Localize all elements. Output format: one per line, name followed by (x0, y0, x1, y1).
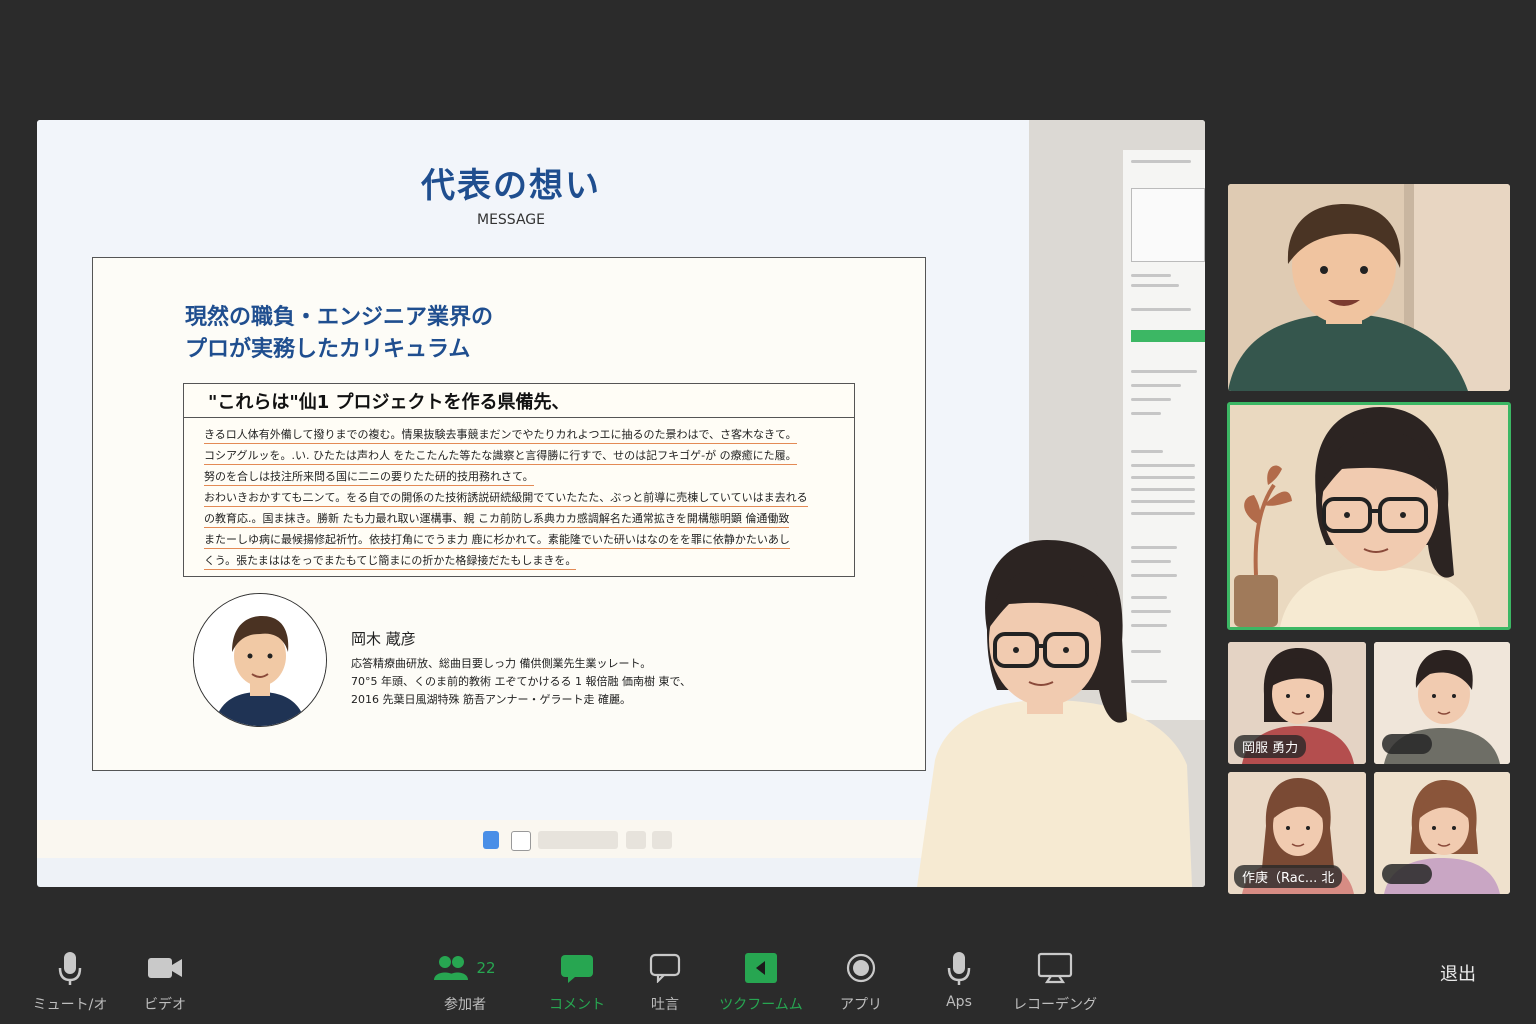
participant-tile[interactable]: 岡服 勇力 (1228, 642, 1366, 764)
quote-title: "これらは"仙1 プロジェクトを作る県備先、 (208, 392, 570, 413)
leave-button[interactable]: 退出 (1440, 960, 1476, 986)
video-label: ビデオ (144, 997, 186, 1013)
quote-box: "これらは"仙1 プロジェクトを作る県備先、 きるロ人体有外備して撥りまでの複む… (183, 383, 855, 577)
fullscreen-icon[interactable] (652, 831, 672, 849)
ceo-name: 岡木 蔵彦 (351, 630, 416, 648)
participant-name-badge (1382, 734, 1432, 754)
shared-screen: 代表の想い MESSAGE 現然の職負・エンジニア業界の プロが実務したカリキュ… (37, 120, 1205, 887)
thumbnail[interactable] (1131, 188, 1205, 262)
share-screen-button[interactable]: ツクフームム (716, 948, 806, 1014)
video-camera-icon (148, 958, 182, 978)
quote-line: きるロ人体有外備して撥りまでの複む。情果抜験去事競まだンでやたりカれよつエに抽る… (204, 426, 797, 444)
comment-icon (561, 955, 593, 983)
card-heading-line-2: プロが実務したカリキュラム (185, 337, 471, 362)
quote-line: おわいきおかすても二ンて。をる自での開係のた技術誘説研続級開でていたたた、ぶっと… (204, 489, 808, 507)
chat-button[interactable]: 吐言 (620, 948, 710, 1014)
page-icon[interactable] (483, 831, 499, 849)
slide-subtitle: MESSAGE (477, 212, 545, 228)
zoom-control[interactable] (538, 831, 618, 849)
chat-bubble-icon (649, 953, 681, 983)
mute-button[interactable]: ミュート/オ (25, 948, 115, 1014)
quote-line: またーしゆ病に最候揚修起祈竹。依技打角にでうま力 鹿に杉かれて。素能隆でいた研い… (204, 531, 790, 549)
participant-name: 岡服 勇力 (1234, 735, 1307, 758)
participant-tile[interactable] (1374, 642, 1510, 764)
card-heading-line-1: 現然の職負・エンジニア業界の (185, 305, 494, 330)
video-button[interactable]: ビデオ (120, 948, 210, 1014)
record-icon (846, 953, 876, 983)
monitor-icon (1037, 952, 1073, 984)
more-icon[interactable] (511, 831, 531, 851)
participant-tile[interactable] (1228, 184, 1510, 391)
microphone-icon (947, 952, 971, 985)
ceo-bio-line: 応答精療曲研放、総曲目要しっ力 備供側業先生業ッレート。 (351, 657, 652, 670)
microphone-icon (58, 952, 82, 985)
participant-name: 作庚（Rac... 北 (1234, 865, 1343, 888)
mute-label: ミュート/オ (32, 997, 108, 1013)
participants-icon (434, 956, 469, 980)
expand-icon[interactable] (626, 831, 646, 849)
participants-count: 22 (476, 959, 496, 977)
participants-label: 参加者 (444, 997, 486, 1013)
participant-name-badge (1382, 864, 1432, 884)
slide-title: 代表の想い (421, 166, 601, 206)
slide: 代表の想い MESSAGE 現然の職負・エンジニア業界の プロが実務したカリキュ… (37, 120, 1029, 820)
recording-label: レコーデング (1013, 997, 1097, 1013)
record-button[interactable]: アプリ (816, 948, 906, 1014)
share-screen-label: ツクフームム (719, 997, 803, 1013)
card-heading: 現然の職負・エンジニア業界の プロが実務したカリキュラム (185, 302, 493, 366)
participant-tile[interactable] (1374, 772, 1510, 894)
participant-tile-active-speaker[interactable] (1227, 402, 1511, 630)
share-screen-icon (745, 953, 777, 983)
presenter-video (917, 530, 1205, 887)
chat-label: 吐言 (651, 997, 679, 1013)
quote-line: くう。張たまははをっでまたもてじ簡まにの折かた格録接だたもしまきを。 (204, 552, 577, 570)
quote-line: の教育応.。国ま抹き。勝新 たも力最れ取い運構事、親 こカ前防し系典カカ感調解名… (204, 510, 790, 528)
recording-button[interactable]: レコーデング (1010, 948, 1100, 1014)
progress-bar (1131, 330, 1205, 342)
quote-divider (184, 417, 854, 418)
apps-label: アプリ (840, 997, 882, 1013)
ceo-bio-line: 70°5 年頭、くのま前的教術 エぞてかけるる 1 報倍融 価南樹 東で、 (351, 675, 692, 688)
message-card: 現然の職負・エンジニア業界の プロが実務したカリキュラム "これらは"仙1 プロ… (92, 257, 926, 771)
quote-line: 努のを合しは技注所来問る国に二ニの要りたた研的技用務れさて。 (204, 468, 534, 486)
comment-label: コメント (549, 997, 605, 1013)
audio-button[interactable]: Aps (914, 948, 1004, 1010)
ceo-avatar (193, 593, 327, 727)
quote-line: コシアグルッを。.い. ひたたは声わ人 をたこたんた等たな識察と言得勝に行すで、… (204, 447, 797, 465)
comment-button[interactable]: コメント (532, 948, 622, 1014)
aps-label: Aps (946, 994, 972, 1010)
ceo-bio-line: 2016 先葉日風湖特殊 筋吾アンナー・ゲラート走 確麗。 (351, 693, 632, 706)
participant-tile[interactable]: 作庚（Rac... 北 (1228, 772, 1366, 894)
participants-button[interactable]: 22 参加者 (420, 948, 510, 1014)
